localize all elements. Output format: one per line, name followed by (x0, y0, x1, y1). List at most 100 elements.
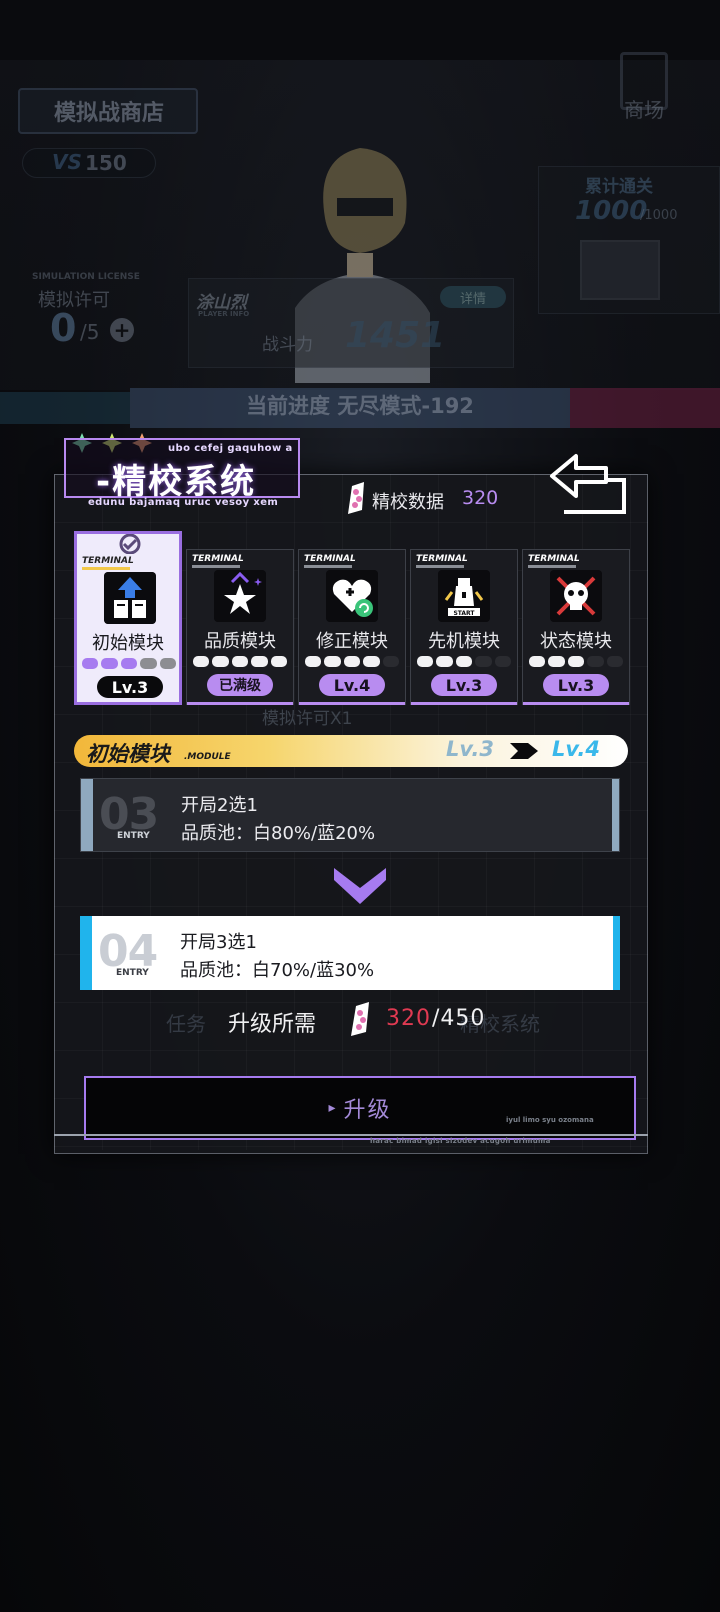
pip (587, 656, 604, 667)
module-card[interactable]: TERMINAL 品质模块 已满级 (186, 549, 294, 705)
chevron-down-icon (334, 868, 386, 904)
pip (548, 656, 565, 667)
player-info-label: PLAYER INFO (198, 310, 250, 318)
level-pips (305, 656, 400, 668)
card-bottom-line (299, 702, 405, 705)
entry-line-2: 品质池：白70%/蓝30% (180, 960, 375, 981)
vs-counter: 150 (22, 148, 156, 178)
pip (305, 656, 322, 667)
card-terminal-label: TERMINAL (304, 554, 356, 564)
module-card[interactable]: TERMINAL 修正模块 Lv.4 (298, 549, 406, 705)
card-name: 修正模块 (316, 631, 388, 652)
title-subtitle-bottom: edunu bajamaq uruc vesoy xem (88, 497, 279, 508)
card-bottom-line (187, 702, 293, 705)
license-en-label: SIMULATION LICENSE (32, 272, 140, 282)
entry-bar-right (613, 916, 620, 990)
to-level: Lv.4 (552, 737, 600, 761)
menu-left-text: 任务 (166, 1012, 206, 1036)
card-terminal-bar (528, 565, 576, 568)
pip (455, 656, 473, 667)
level-badge: Lv.3 (97, 676, 163, 698)
pip (436, 656, 453, 667)
upgrade-button[interactable]: ▸ 升级 (84, 1076, 636, 1140)
dialog-title: -精校系统 (96, 462, 257, 502)
footer-small-text: iyul limo syu ozomana (506, 1116, 594, 1124)
pip (343, 656, 361, 667)
upgrade-button-label: 升级 (343, 1098, 392, 1123)
pip (363, 656, 380, 667)
license-count: 0 (50, 306, 77, 350)
card-terminal-label: TERMINAL (82, 556, 134, 566)
refine-data-icon (348, 482, 364, 514)
pip (251, 656, 268, 667)
detail-button: 详情 (440, 286, 506, 308)
market-label: 商场 (624, 98, 664, 122)
shop-title: 模拟战商店 (18, 88, 198, 134)
level-pips (82, 658, 177, 670)
arrow-right-icon (510, 743, 538, 759)
license-max: /5 (80, 320, 100, 344)
module-card[interactable]: TERMINAL START 先机模块 Lv.3 (410, 549, 518, 705)
entry-bar-left (80, 916, 92, 990)
pip (193, 656, 210, 667)
from-level: Lv.3 (446, 737, 494, 761)
star-icon (214, 570, 266, 622)
next-level-entry: 04 ENTRY 开局3选1 品质池：白70%/蓝30% (80, 916, 620, 990)
module-card[interactable]: TERMINAL 初始模块 Lv.3 (74, 531, 182, 705)
entry-bar-left (81, 779, 93, 851)
pip (382, 656, 400, 667)
pip (529, 656, 546, 667)
under-license-text: 模拟许可X1 (262, 709, 353, 729)
card-terminal-label: TERMINAL (528, 554, 580, 564)
skull-icon (550, 570, 602, 622)
card-terminal-label: TERMINAL (192, 554, 244, 564)
crate-icon (580, 240, 660, 300)
pip (120, 658, 138, 669)
power-value: 1451 (345, 315, 446, 356)
caret-right-icon: ▸ (328, 1100, 336, 1116)
pip (324, 656, 341, 667)
footer-text: harac bimad igisi sizodev acugoh urimuma (370, 1137, 551, 1145)
card-terminal-bar (82, 567, 130, 570)
entry-word: ENTRY (117, 831, 150, 841)
entry-line-1: 开局2选1 (181, 795, 258, 816)
card-bottom-line (523, 702, 629, 705)
cost-have: 320 (386, 1006, 431, 1031)
back-button[interactable] (548, 452, 628, 516)
card-name: 初始模块 (92, 633, 164, 654)
pip (475, 656, 492, 667)
card-terminal-bar (304, 565, 352, 568)
card-bottom-line (411, 702, 517, 705)
pip (231, 656, 249, 667)
pip (82, 658, 99, 669)
level-pips (529, 656, 624, 668)
pip (270, 656, 288, 667)
entry-word: ENTRY (116, 968, 149, 978)
card-terminal-bar (416, 565, 464, 568)
refine-data-label: 精校数据 (372, 492, 444, 513)
title-subtitle-top: ubo cefej gaquhow a (168, 443, 293, 454)
entry-bar-right (612, 779, 619, 851)
level-badge: Lv.3 (431, 674, 497, 696)
pip (140, 658, 157, 669)
module-card[interactable]: TERMINAL 状态模块 Lv.3 (522, 549, 630, 705)
vs-icon: VS (52, 150, 82, 174)
level-badge: Lv.4 (319, 674, 385, 696)
level-pips (193, 656, 288, 668)
svg-text:START: START (453, 610, 475, 617)
pip (417, 656, 434, 667)
clear-max: /1000 (640, 208, 678, 223)
cost-need: /450 (432, 1006, 486, 1031)
entry-line-2: 品质池：白80%/蓝20% (181, 823, 376, 844)
entry-line-1: 开局3选1 (180, 932, 257, 953)
power-label: 战斗力 (262, 335, 313, 355)
pip (494, 656, 512, 667)
clear-value: 1000 (575, 196, 648, 226)
book-arrow-icon (104, 572, 156, 624)
card-name: 状态模块 (540, 631, 612, 652)
upgrade-module-sub: .MODULE (184, 752, 231, 762)
level-pips (417, 656, 512, 668)
pip (567, 656, 585, 667)
refine-data-icon (351, 1002, 369, 1036)
heart-plus-icon (326, 570, 378, 622)
